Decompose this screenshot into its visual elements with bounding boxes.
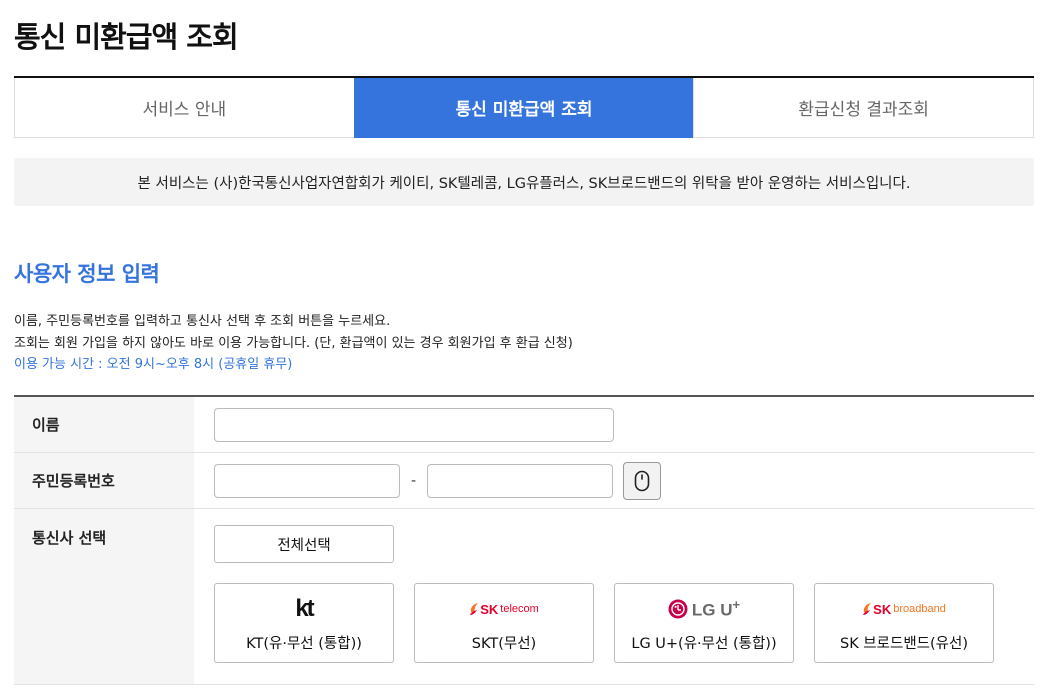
instructions: 이름, 주민등록번호를 입력하고 통신사 선택 후 조회 버튼을 누르세요. 조…	[14, 311, 573, 375]
carrier-row: 통신사 선택 전체선택 kt KT(유·무선 (통합)) SK telecom …	[14, 509, 1034, 685]
carrier-lguplus[interactable]: LG U+ LG U+(유·무선 (통합))	[614, 583, 794, 663]
rrn-label: 주민등록번호	[14, 453, 194, 508]
carrier-name-kt: KT(유·무선 (통합))	[246, 636, 362, 652]
service-notice: 본 서비스는 (사)한국통신사업자연합회가 케이티, SK텔레콤, LG유플러스…	[14, 158, 1034, 206]
rrn-separator: -	[410, 472, 417, 489]
carrier-list: kt KT(유·무선 (통합)) SK telecom SKT(무선) LG U…	[214, 583, 1014, 663]
rrn-field-cell: -	[194, 453, 1034, 508]
carrier-name-lguplus: LG U+(유·무선 (통합))	[631, 636, 777, 652]
page-title: 통신 미환급액 조회	[14, 20, 239, 54]
lg-uplus-logo: LG U+	[668, 596, 740, 622]
instruction-line-1: 이름, 주민등록번호를 입력하고 통신사 선택 후 조회 버튼을 누르세요.	[14, 314, 391, 329]
rrn-row: 주민등록번호 -	[14, 453, 1034, 509]
name-row: 이름	[14, 397, 1034, 453]
tab-bar: 서비스 안내 통신 미환급액 조회 환급신청 결과조회	[14, 76, 1035, 138]
secure-keypad-button[interactable]	[623, 461, 661, 500]
user-info-form: 이름 주민등록번호 - 통신사 선택 전체선택 kt KT(유·무선 (통합))…	[14, 395, 1034, 685]
lg-face-icon	[668, 599, 688, 619]
sk-butterfly-icon	[863, 603, 872, 615]
lg-uplus-letters: LG U	[691, 600, 733, 620]
sk-butterfly-icon	[470, 603, 479, 615]
service-hours: 이용 가능 시간 : 오전 9시~오후 8시 (공휴일 휴무)	[14, 357, 293, 372]
name-label: 이름	[14, 397, 194, 452]
section-title: 사용자 정보 입력	[14, 262, 160, 286]
sk-mark-text: SK	[480, 601, 499, 617]
carrier-sk-broadband[interactable]: SK broadband SK 브로드밴드(유선)	[814, 583, 994, 663]
sk-telecom-logo: SK telecom	[469, 596, 539, 622]
tab-service-guide[interactable]: 서비스 안내	[14, 78, 354, 138]
lg-uplus-plus: +	[732, 597, 741, 613]
rrn-front-input[interactable]	[214, 463, 400, 498]
kt-logo-text: kt	[295, 595, 314, 622]
carrier-field-cell: 전체선택 kt KT(유·무선 (통합)) SK telecom SKT(무선)…	[194, 509, 1034, 684]
mouse-icon	[634, 470, 650, 491]
name-input[interactable]	[214, 407, 614, 442]
name-field-cell	[194, 397, 1034, 452]
carrier-name-skt: SKT(무선)	[471, 636, 537, 652]
carrier-label: 통신사 선택	[14, 509, 194, 684]
lg-uplus-text: LG U+	[692, 597, 740, 621]
sk-mark-text: SK	[873, 601, 892, 617]
tab-refund-inquiry[interactable]: 통신 미환급액 조회	[353, 78, 694, 138]
sk-broadband-logo: SK broadband	[862, 596, 946, 622]
carrier-name-sk-broadband: SK 브로드밴드(유선)	[839, 636, 968, 652]
carrier-kt[interactable]: kt KT(유·무선 (통합))	[214, 583, 394, 663]
kt-logo: kt	[295, 595, 314, 622]
sk-broadband-sub: broadband	[893, 603, 946, 615]
rrn-back-input[interactable]	[427, 463, 613, 498]
tab-refund-result[interactable]: 환급신청 결과조회	[693, 78, 1035, 138]
carrier-skt[interactable]: SK telecom SKT(무선)	[414, 583, 594, 663]
sk-telecom-sub: telecom	[500, 603, 539, 615]
instruction-line-2: 조회는 회원 가입을 하지 않아도 바로 이용 가능합니다. (단, 환급액이 …	[14, 336, 573, 351]
select-all-button[interactable]: 전체선택	[214, 525, 394, 563]
